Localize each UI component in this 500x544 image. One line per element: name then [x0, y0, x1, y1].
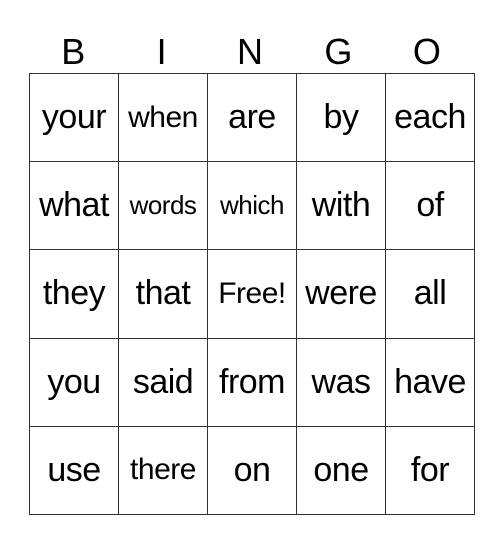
header-letter: N — [237, 31, 264, 72]
card-cell[interactable]: of — [385, 161, 475, 251]
card-cell[interactable]: your — [29, 72, 119, 163]
card-cell[interactable]: each — [385, 72, 475, 163]
free-space-cell[interactable]: Free! — [207, 249, 297, 339]
header-letter: B — [61, 31, 86, 72]
card-cell[interactable]: was — [296, 337, 386, 427]
card-cell[interactable]: use — [29, 425, 119, 516]
card-cell[interactable]: for — [385, 425, 475, 516]
bingo-header: B I N G O — [29, 30, 471, 73]
card-cell[interactable]: from — [207, 337, 297, 427]
card-cell[interactable]: you — [29, 337, 119, 427]
card-cell[interactable]: by — [296, 72, 386, 163]
card-row: your when are by each — [29, 72, 475, 163]
card-cell[interactable]: they — [29, 249, 119, 339]
card-cell[interactable]: which — [207, 161, 297, 251]
card-cell[interactable]: there — [118, 425, 208, 516]
card-row: what words which with of — [29, 161, 475, 251]
card-cell[interactable]: with — [296, 161, 386, 251]
card-cell[interactable]: on — [207, 425, 297, 516]
card-row: you said from was have — [29, 337, 475, 427]
header-letter: O — [412, 31, 441, 72]
card-cell[interactable]: all — [385, 249, 475, 339]
card-cell[interactable]: that — [118, 249, 208, 339]
card-cell[interactable]: have — [385, 337, 475, 427]
card-cell[interactable]: one — [296, 425, 386, 516]
card-cell[interactable]: what — [29, 161, 119, 251]
card-row: use there on one for — [29, 425, 475, 516]
card-cell[interactable]: when — [118, 72, 208, 163]
card-cell[interactable]: were — [296, 249, 386, 339]
bingo-card: your when are by each what words which w… — [29, 72, 475, 516]
card-row: they that Free! were all — [29, 249, 475, 339]
header-letter: I — [156, 31, 167, 72]
card-cell[interactable]: said — [118, 337, 208, 427]
header-letter: G — [324, 31, 353, 72]
card-cell[interactable]: are — [207, 72, 297, 163]
card-cell[interactable]: words — [118, 161, 208, 251]
